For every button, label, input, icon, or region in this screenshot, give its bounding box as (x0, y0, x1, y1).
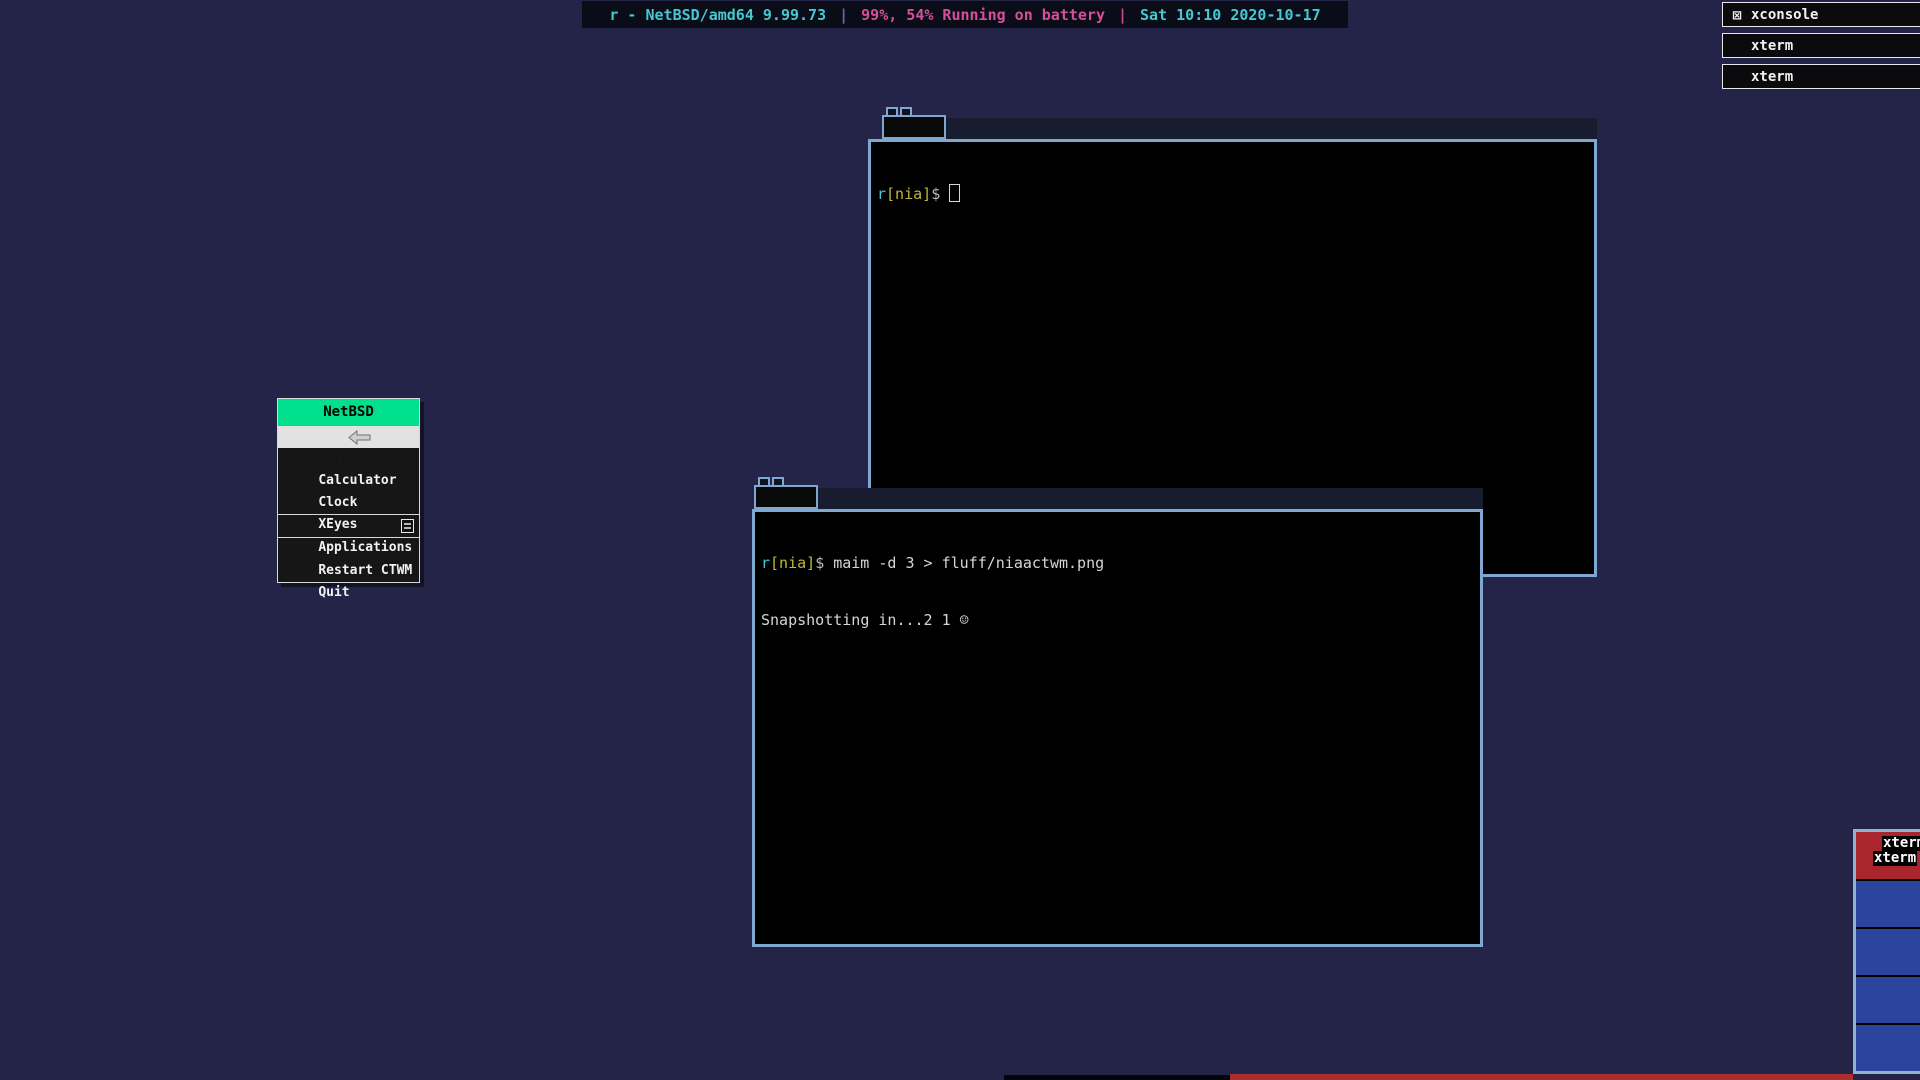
mouse-cursor-icon (348, 430, 372, 445)
window-title-tab[interactable]: uxterm (754, 485, 818, 509)
icon-manager-label: xterm (1751, 69, 1793, 85)
bottom-strip-red (1230, 1074, 1853, 1080)
status-separator: | (1118, 6, 1127, 24)
desktop: { "colors": { "desktop_bg": "#232448", "… (0, 0, 1920, 1080)
status-system-version: r - NetBSD/amd64 9.99.73 (609, 6, 826, 24)
menu-item-quit[interactable]: Quit (278, 560, 419, 582)
menu-item-restart-ctwm[interactable]: Restart CTWM (278, 537, 419, 560)
workspace-window-label: xterm (1882, 836, 1920, 851)
prompt-user: [nia] (770, 554, 815, 572)
menu-item-clock[interactable]: Clock (278, 470, 419, 492)
status-clock: Sat 10:10 2020-10-17 (1140, 6, 1321, 24)
workspace-cell-active[interactable]: xterm xterm (1856, 832, 1920, 879)
menu-title: NetBSD (278, 399, 419, 426)
menu-item-calculator[interactable]: Calculator (278, 448, 419, 470)
icon-manager-item-xterm-1[interactable]: xterm (1722, 33, 1920, 58)
icon-manager-item-xconsole[interactable]: ⊠ xconsole (1722, 2, 1920, 27)
workspace-cell[interactable] (1856, 929, 1920, 975)
terminal-cursor (949, 184, 960, 202)
icon-manager: ⊠ xconsole xterm xterm (1722, 2, 1920, 95)
status-separator: | (839, 6, 848, 24)
terminal-screen[interactable]: r[nia]$ maim -d 3 > fluff/niaactwm.png Sn… (752, 509, 1483, 947)
bottom-strip-black (1004, 1075, 1230, 1080)
terminal-output: Snapshotting in...2 1 ☺ (761, 611, 969, 629)
icon-manager-label: xterm (1751, 38, 1793, 54)
iconified-icon: ⊠ (1723, 6, 1751, 24)
status-bar: r - NetBSD/amd64 9.99.73 | 99%, 54% Runn… (582, 1, 1348, 28)
workspace-window-label: xterm (1873, 851, 1917, 866)
menu-item-applications[interactable]: Applications (278, 514, 419, 537)
menu-item-label: Quit (318, 585, 349, 600)
menu-item-xeyes[interactable]: XEyes (278, 492, 419, 514)
workspace-manager: xterm xterm (1853, 829, 1920, 1074)
terminal-line: Snapshotting in...2 1 ☺ (761, 611, 1474, 630)
workspace-cell[interactable] (1856, 881, 1920, 927)
workspace-cell[interactable] (1856, 977, 1920, 1023)
terminal-line: r[nia]$ (877, 184, 1588, 204)
titlebar-strip[interactable] (818, 488, 1483, 509)
icon-manager-item-xterm-2[interactable]: xterm (1722, 64, 1920, 89)
window-title-tab[interactable]: uxterm (882, 115, 946, 139)
workspace-cell[interactable] (1856, 1025, 1920, 1071)
menu-item-terminal[interactable]: Terminal (278, 426, 419, 448)
titlebar-strip[interactable] (946, 118, 1597, 139)
prompt-host: r (877, 185, 886, 203)
root-menu: NetBSD Terminal Calculator Clock XEyes A… (277, 398, 420, 583)
terminal-line: r[nia]$ maim -d 3 > fluff/niaactwm.png (761, 554, 1474, 573)
status-battery: 99%, 54% Running on battery (861, 6, 1105, 24)
terminal-command: maim -d 3 > fluff/niaactwm.png (833, 554, 1104, 572)
icon-manager-label: xconsole (1751, 7, 1818, 23)
prompt-user: [nia] (886, 185, 931, 203)
prompt-host: r (761, 554, 770, 572)
prompt-symbol: $ (815, 554, 824, 572)
submenu-icon (401, 519, 414, 533)
prompt-symbol: $ (931, 185, 940, 203)
